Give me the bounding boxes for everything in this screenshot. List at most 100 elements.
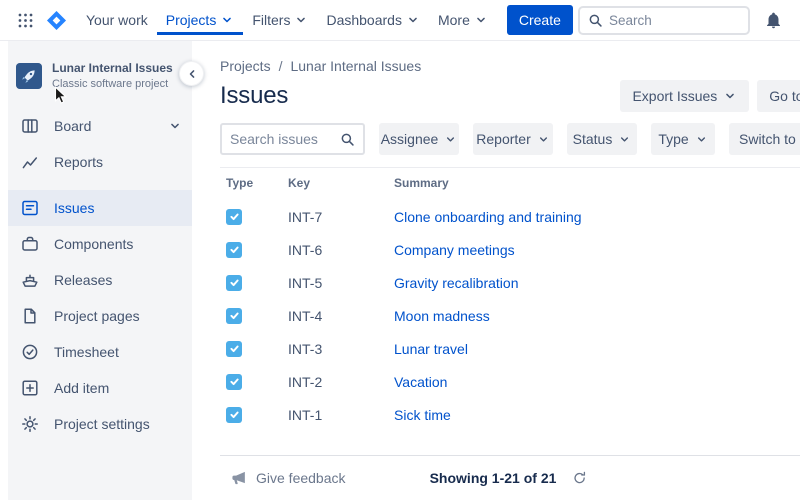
- sidebar-item-label: Timesheet: [54, 344, 119, 360]
- settings-gear-icon: [20, 414, 40, 434]
- task-checkbox-icon[interactable]: [226, 242, 242, 258]
- nav-projects[interactable]: Projects: [157, 5, 244, 35]
- assignee-filter-label: Assignee: [381, 131, 439, 147]
- issue-key: INT-2: [288, 374, 394, 390]
- task-checkbox-icon[interactable]: [226, 275, 242, 291]
- task-checkbox-icon[interactable]: [226, 374, 242, 390]
- sidebar-item-project-settings[interactable]: Project settings: [8, 406, 192, 442]
- switch-view-button[interactable]: Switch to d: [729, 123, 800, 155]
- issues-icon: [20, 198, 40, 218]
- search-icon: [340, 132, 355, 147]
- chevron-down-icon: [537, 133, 550, 146]
- table-header-row: Type Key Summary: [220, 168, 800, 200]
- notifications-button[interactable]: [758, 5, 788, 35]
- pagination-status: Showing 1-21 of 21: [430, 467, 591, 489]
- nav-dashboards[interactable]: Dashboards: [317, 5, 429, 35]
- give-feedback-label: Give feedback: [256, 470, 346, 486]
- issue-summary-link[interactable]: Moon madness: [394, 308, 800, 324]
- board-icon: [20, 116, 40, 136]
- breadcrumb-separator: /: [279, 58, 283, 74]
- issue-summary-link[interactable]: Sick time: [394, 407, 800, 423]
- go-to-advanced-search-label: Go to adv: [769, 88, 800, 104]
- project-type: Classic software project: [52, 78, 173, 90]
- breadcrumb-projects-link[interactable]: Projects: [220, 58, 271, 74]
- page-title: Issues: [220, 82, 288, 110]
- type-filter-dropdown[interactable]: Type: [651, 123, 715, 155]
- switch-view-label: Switch to d: [739, 131, 800, 147]
- issue-summary-link[interactable]: Company meetings: [394, 242, 800, 258]
- sidebar-item-issues[interactable]: Issues: [8, 190, 192, 226]
- search-issues-input[interactable]: [230, 131, 336, 147]
- reporter-filter-dropdown[interactable]: Reporter: [473, 123, 553, 155]
- page-layout: Lunar Internal Issues Classic software p…: [0, 41, 800, 500]
- sidebar-item-timesheet[interactable]: Timesheet: [8, 334, 192, 370]
- table-row: INT-6 Company meetings: [220, 233, 800, 266]
- task-checkbox-icon[interactable]: [226, 308, 242, 324]
- column-header-key: Key: [288, 176, 394, 190]
- breadcrumb-project-link[interactable]: Lunar Internal Issues: [290, 58, 421, 74]
- nav-filters-label: Filters: [252, 12, 290, 28]
- task-checkbox-icon[interactable]: [226, 407, 242, 423]
- bell-icon: [764, 11, 783, 30]
- sidebar-item-releases[interactable]: Releases: [8, 262, 192, 298]
- column-header-summary: Summary: [394, 176, 800, 190]
- app-window: Your work Projects Filters Dashboards Mo…: [0, 0, 800, 500]
- issue-summary-link[interactable]: Lunar travel: [394, 341, 800, 357]
- create-button[interactable]: Create: [507, 5, 573, 35]
- jira-logo-icon[interactable]: [46, 10, 67, 31]
- chevron-down-icon: [618, 133, 631, 146]
- sidebar-item-label: Issues: [54, 200, 94, 216]
- table-row: INT-3 Lunar travel: [220, 332, 800, 365]
- chevron-down-icon: [444, 133, 457, 146]
- breadcrumb: Projects / Lunar Internal Issues: [220, 57, 800, 75]
- issue-summary-link[interactable]: Clone onboarding and training: [394, 209, 800, 225]
- issue-key: INT-6: [288, 242, 394, 258]
- issue-key: INT-4: [288, 308, 394, 324]
- sidebar-item-board[interactable]: Board: [8, 108, 192, 144]
- table-row: INT-4 Moon madness: [220, 299, 800, 332]
- assignee-filter-dropdown[interactable]: Assignee: [379, 123, 459, 155]
- issue-key: INT-3: [288, 341, 394, 357]
- nav-projects-label: Projects: [166, 12, 217, 28]
- sidebar-collapse-button[interactable]: [179, 61, 204, 86]
- sidebar-item-label: Add item: [54, 380, 109, 396]
- task-checkbox-icon[interactable]: [226, 341, 242, 357]
- status-filter-dropdown[interactable]: Status: [567, 123, 637, 155]
- issue-key: INT-5: [288, 275, 394, 291]
- nav-your-work[interactable]: Your work: [77, 5, 157, 35]
- table-footer: Give feedback Showing 1-21 of 21: [220, 455, 800, 500]
- task-checkbox-icon[interactable]: [226, 209, 242, 225]
- issue-key: INT-1: [288, 407, 394, 423]
- go-to-advanced-search-button[interactable]: Go to adv: [757, 80, 800, 112]
- nav-dashboards-label: Dashboards: [326, 12, 402, 28]
- global-search[interactable]: [578, 6, 750, 35]
- nav-filters[interactable]: Filters: [243, 5, 317, 35]
- sidebar-item-label: Components: [54, 236, 133, 252]
- sidebar-item-components[interactable]: Components: [8, 226, 192, 262]
- top-navigation: Your work Projects Filters Dashboards Mo…: [0, 0, 800, 41]
- project-name: Lunar Internal Issues: [52, 61, 173, 75]
- export-issues-button[interactable]: Export Issues: [620, 80, 749, 112]
- global-search-input[interactable]: [609, 13, 740, 28]
- app-switcher-button[interactable]: [10, 5, 40, 35]
- sidebar-item-add-item[interactable]: Add item: [8, 370, 192, 406]
- refresh-button[interactable]: [568, 467, 590, 489]
- project-sidebar: Lunar Internal Issues Classic software p…: [0, 41, 192, 500]
- sidebar-item-project-pages[interactable]: Project pages: [8, 298, 192, 334]
- search-issues-field[interactable]: [220, 123, 365, 155]
- chevron-down-icon: [220, 13, 234, 27]
- issue-summary-link[interactable]: Vacation: [394, 374, 800, 390]
- give-feedback-button[interactable]: Give feedback: [230, 469, 346, 487]
- filter-bar: Assignee Reporter Status Type Switch to …: [220, 123, 800, 155]
- export-issues-label: Export Issues: [632, 88, 717, 104]
- nav-more[interactable]: More: [429, 5, 497, 35]
- sidebar-item-reports[interactable]: Reports: [8, 144, 192, 180]
- project-header[interactable]: Lunar Internal Issues Classic software p…: [8, 53, 192, 102]
- issue-summary-link[interactable]: Gravity recalibration: [394, 275, 800, 291]
- sidebar-item-label: Reports: [54, 154, 103, 170]
- main-content: Projects / Lunar Internal Issues Issues …: [192, 41, 800, 500]
- reporter-filter-label: Reporter: [476, 131, 530, 147]
- chevron-down-icon: [695, 133, 708, 146]
- nav-more-label: More: [438, 12, 470, 28]
- search-icon: [588, 13, 603, 28]
